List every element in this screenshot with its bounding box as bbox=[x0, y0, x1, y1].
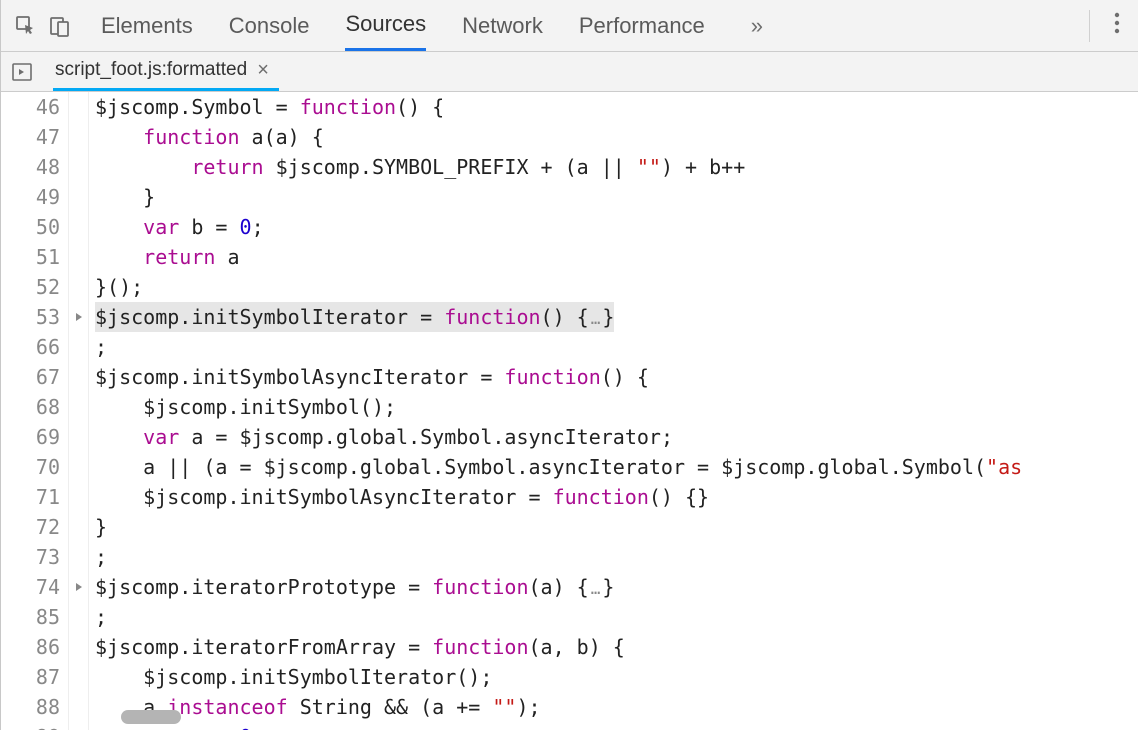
file-tab-active[interactable]: script_foot.js:formatted × bbox=[53, 52, 279, 91]
code-line[interactable]: ; bbox=[95, 602, 1138, 632]
code-line[interactable]: return a bbox=[95, 242, 1138, 272]
file-tab-bar: script_foot.js:formatted × bbox=[1, 52, 1138, 92]
code-line[interactable]: return $jscomp.SYMBOL_PREFIX + (a || "")… bbox=[95, 152, 1138, 182]
device-toggle-icon[interactable] bbox=[45, 11, 75, 41]
code-line[interactable]: var b = 0; bbox=[95, 212, 1138, 242]
kebab-menu-icon[interactable] bbox=[1104, 12, 1130, 40]
source-editor[interactable]: 4647484950515253666768697071727374858687… bbox=[1, 92, 1138, 730]
code-line[interactable]: } bbox=[95, 512, 1138, 542]
code-line[interactable]: $jscomp.initSymbolIterator = function() … bbox=[95, 302, 614, 332]
devtools-panel-tabs: Elements Console Sources Network Perform… bbox=[101, 0, 1075, 51]
code-line[interactable]: $jscomp.initSymbolIterator(); bbox=[95, 662, 1138, 692]
tab-sources[interactable]: Sources bbox=[345, 0, 426, 51]
tab-network[interactable]: Network bbox=[462, 0, 543, 51]
close-icon[interactable]: × bbox=[257, 59, 269, 82]
toolbar-divider bbox=[1089, 10, 1090, 42]
code-line[interactable]: ; bbox=[95, 332, 1138, 362]
more-tabs-icon[interactable]: » bbox=[741, 13, 773, 39]
tab-console[interactable]: Console bbox=[229, 0, 310, 51]
code-line[interactable]: $jscomp.initSymbolAsyncIterator = functi… bbox=[95, 482, 1138, 512]
inspect-element-icon[interactable] bbox=[11, 11, 41, 41]
tab-performance[interactable]: Performance bbox=[579, 0, 705, 51]
fold-toggle-icon[interactable] bbox=[69, 302, 88, 332]
code-line[interactable]: var c = 0 bbox=[95, 722, 1138, 730]
code-line[interactable]: } bbox=[95, 182, 1138, 212]
code-content[interactable]: $jscomp.Symbol = function() { function a… bbox=[89, 92, 1138, 730]
code-line[interactable]: ; bbox=[95, 542, 1138, 572]
tab-elements[interactable]: Elements bbox=[101, 0, 193, 51]
code-line[interactable]: $jscomp.initSymbolAsyncIterator = functi… bbox=[95, 362, 1138, 392]
file-navigator-icon[interactable] bbox=[9, 59, 35, 85]
code-line[interactable]: }(); bbox=[95, 272, 1138, 302]
code-line[interactable]: $jscomp.initSymbol(); bbox=[95, 392, 1138, 422]
code-line[interactable]: $jscomp.iteratorFromArray = function(a, … bbox=[95, 632, 1138, 662]
code-line[interactable]: function a(a) { bbox=[95, 122, 1138, 152]
fold-toggle-icon[interactable] bbox=[69, 572, 88, 602]
fold-gutter bbox=[69, 92, 89, 730]
code-line[interactable]: var a = $jscomp.global.Symbol.asyncItera… bbox=[95, 422, 1138, 452]
code-line[interactable]: a || (a = $jscomp.global.Symbol.asyncIte… bbox=[95, 452, 1138, 482]
code-line[interactable]: a instanceof String && (a += ""); bbox=[95, 692, 1138, 722]
code-line[interactable]: $jscomp.iteratorPrototype = function(a) … bbox=[95, 572, 1138, 602]
horizontal-scrollbar[interactable] bbox=[121, 710, 181, 724]
file-tab-label: script_foot.js:formatted bbox=[55, 59, 247, 81]
code-line[interactable]: $jscomp.Symbol = function() { bbox=[95, 92, 1138, 122]
devtools-top-toolbar: Elements Console Sources Network Perform… bbox=[1, 0, 1138, 52]
line-number-gutter: 4647484950515253666768697071727374858687… bbox=[1, 92, 69, 730]
